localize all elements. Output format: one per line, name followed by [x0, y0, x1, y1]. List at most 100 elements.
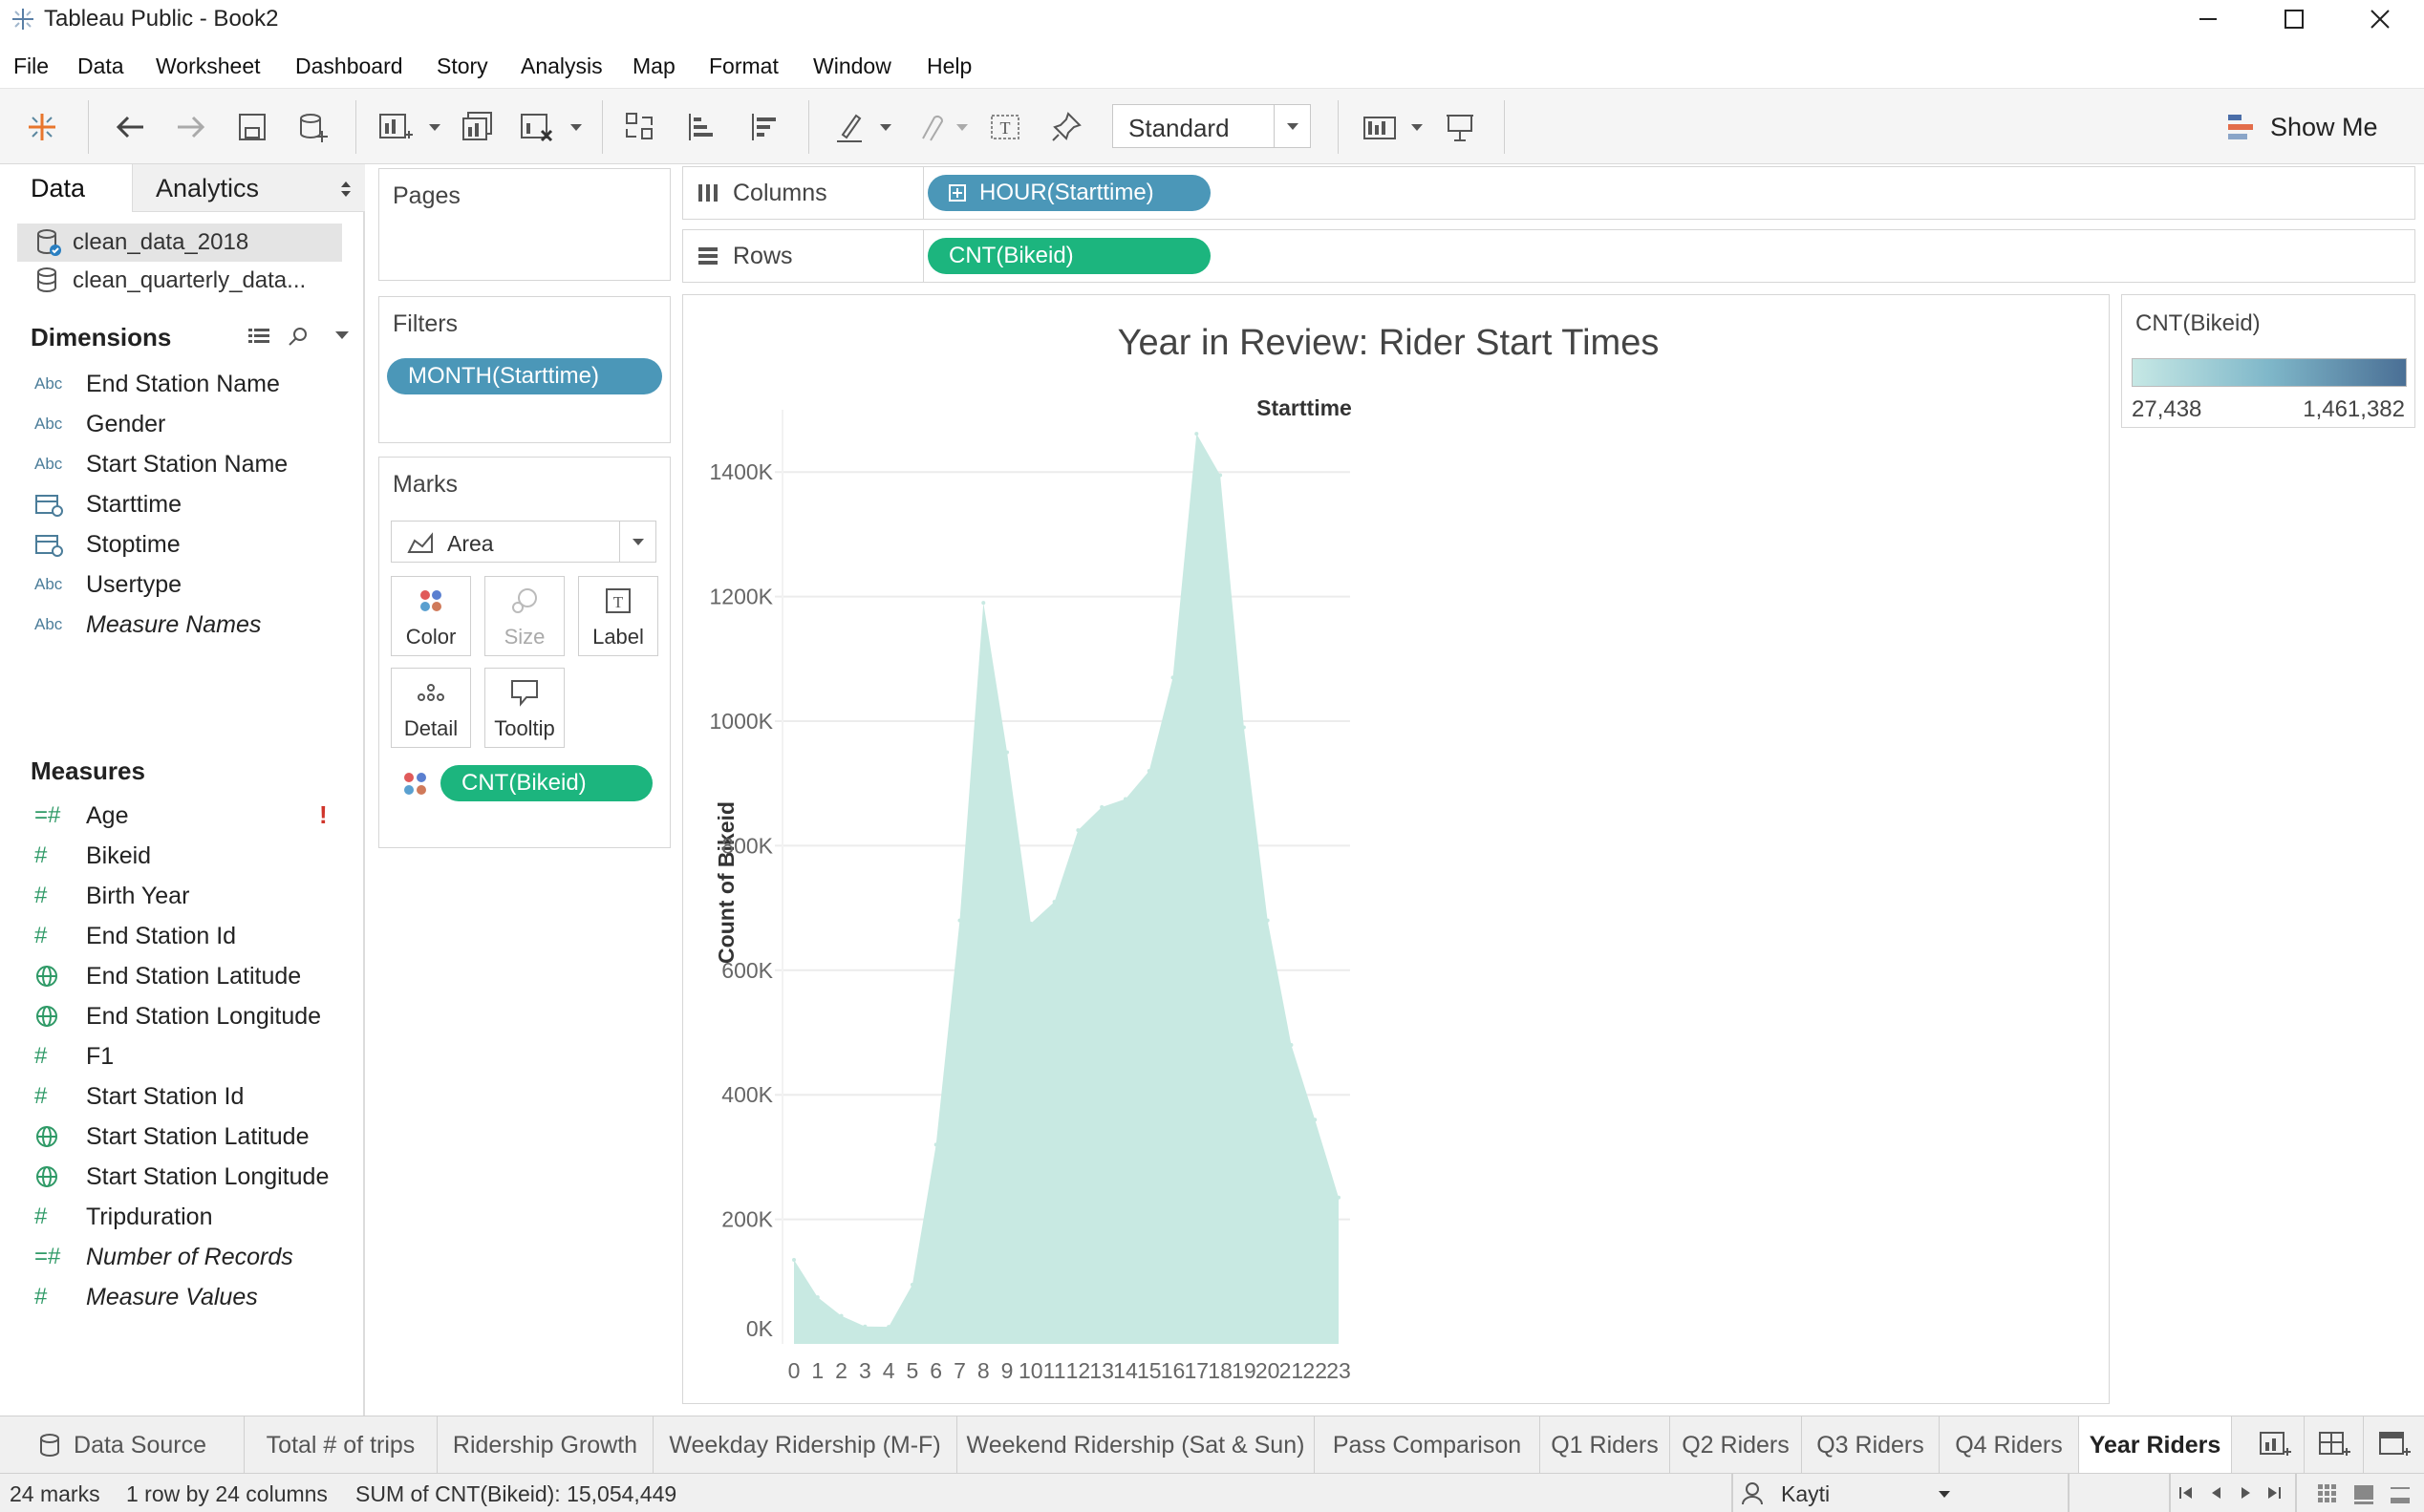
menu-map[interactable]: Map [633, 53, 676, 79]
measure-field[interactable]: =# Age [34, 799, 128, 833]
rows-shelf[interactable]: Rows CNT(Bikeid) [682, 229, 2415, 283]
menu-file[interactable]: File [13, 53, 49, 79]
sort-ascending-icon[interactable] [680, 106, 722, 148]
measure-field[interactable]: # Tripduration [34, 1200, 212, 1234]
sort-descending-icon[interactable] [743, 106, 785, 148]
measure-field[interactable]: # Start Station Id [34, 1079, 244, 1114]
previous-sheet-icon[interactable] [2207, 1483, 2226, 1502]
columns-pill[interactable]: HOUR(Starttime) [928, 175, 1211, 211]
sheet-tab[interactable]: Q4 Riders [1940, 1416, 2079, 1474]
sheet-sorter-view-icon[interactable] [2352, 1482, 2375, 1505]
data-point[interactable] [1147, 769, 1151, 774]
sheet-tab[interactable]: Q2 Riders [1670, 1416, 1802, 1474]
menu-help[interactable]: Help [927, 53, 972, 79]
measure-field[interactable]: Start Station Latitude [34, 1119, 309, 1154]
data-point[interactable] [981, 601, 986, 606]
menu-dashboard[interactable]: Dashboard [295, 53, 403, 79]
menu-worksheet[interactable]: Worksheet [156, 53, 261, 79]
data-point[interactable] [1005, 750, 1010, 755]
menu-format[interactable]: Format [709, 53, 779, 79]
sheet-tab-active[interactable]: Year Riders [2079, 1416, 2232, 1474]
pages-card[interactable]: Pages [378, 168, 671, 281]
data-point[interactable] [863, 1324, 868, 1329]
pin-icon[interactable] [1045, 106, 1087, 148]
area-chart[interactable]: Year in Review: Rider Start Times Startt… [683, 295, 2111, 1405]
color-legend[interactable]: CNT(Bikeid) 27,438 1,461,382 [2121, 294, 2415, 428]
chevron-down-icon[interactable] [871, 106, 900, 148]
redo-icon[interactable] [170, 106, 212, 148]
new-worksheet-icon[interactable] [375, 106, 417, 148]
data-point[interactable] [957, 918, 962, 923]
data-point[interactable] [1241, 725, 1246, 730]
new-worksheet-icon[interactable] [2245, 1416, 2305, 1474]
sheet-tab[interactable]: Q1 Riders [1540, 1416, 1670, 1474]
dimension-field[interactable]: Stoptime [34, 527, 181, 562]
data-point[interactable] [815, 1295, 820, 1300]
data-point[interactable] [1100, 804, 1105, 809]
data-point[interactable] [839, 1313, 844, 1318]
tooltip-button[interactable]: Tooltip [484, 668, 565, 748]
sheet-tab[interactable]: Ridership Growth [438, 1416, 654, 1474]
measure-field[interactable]: # End Station Id [34, 919, 236, 953]
data-point[interactable] [1337, 1195, 1341, 1200]
swap-rows-columns-icon[interactable] [619, 106, 661, 148]
clear-sheet-icon[interactable] [516, 106, 558, 148]
data-point[interactable] [1076, 828, 1081, 833]
rows-pill[interactable]: CNT(Bikeid) [928, 238, 1211, 274]
tab-data[interactable]: Data [0, 164, 132, 212]
highlight-icon[interactable] [829, 106, 871, 148]
dimension-field[interactable]: Abc Measure Names [34, 607, 261, 642]
user-menu[interactable]: Kayti [1741, 1480, 1961, 1508]
first-sheet-icon[interactable] [2177, 1483, 2196, 1502]
chevron-down-icon[interactable] [334, 329, 354, 348]
measure-field[interactable]: # Measure Values [34, 1280, 258, 1314]
dimension-field[interactable]: Abc Start Station Name [34, 447, 288, 481]
area-mark[interactable] [794, 434, 1339, 1344]
measure-field[interactable]: End Station Latitude [34, 959, 301, 993]
last-sheet-icon[interactable] [2264, 1483, 2284, 1502]
data-point[interactable] [1170, 675, 1175, 680]
new-dashboard-icon[interactable] [2305, 1416, 2364, 1474]
worksheet-view[interactable]: Year in Review: Rider Start Times Startt… [682, 294, 2110, 1404]
view-list-icon[interactable] [247, 325, 273, 351]
maximize-icon[interactable] [2251, 0, 2337, 38]
data-point[interactable] [1028, 921, 1033, 926]
tabs-view-icon[interactable] [2389, 1482, 2412, 1505]
tab-analytics[interactable]: Analytics [132, 164, 365, 212]
mark-type-select[interactable]: Area [391, 521, 656, 563]
data-point[interactable] [887, 1325, 891, 1330]
tab-data-source[interactable]: Data Source [0, 1416, 245, 1474]
datasource-item[interactable]: clean_data_2018 [17, 224, 342, 262]
undo-icon[interactable] [109, 106, 151, 148]
measure-field[interactable]: # F1 [34, 1039, 114, 1074]
show-mark-labels-icon[interactable]: T [984, 106, 1026, 148]
new-datasource-icon[interactable] [292, 106, 334, 148]
menu-analysis[interactable]: Analysis [521, 53, 603, 79]
minimize-icon[interactable] [2165, 0, 2251, 38]
menu-window[interactable]: Window [813, 53, 891, 79]
measure-field[interactable]: End Station Longitude [34, 999, 321, 1033]
menu-data[interactable]: Data [77, 53, 124, 79]
close-icon[interactable] [2337, 0, 2423, 38]
detail-button[interactable]: Detail [391, 668, 471, 748]
columns-shelf[interactable]: Columns HOUR(Starttime) [682, 166, 2415, 220]
chevron-down-icon[interactable] [420, 106, 449, 148]
tableau-home-icon[interactable] [21, 106, 63, 148]
data-point[interactable] [1194, 432, 1199, 437]
measure-field[interactable]: Start Station Longitude [34, 1160, 329, 1194]
dimension-field[interactable]: Abc End Station Name [34, 367, 280, 401]
measure-field[interactable]: # Birth Year [34, 879, 189, 913]
next-sheet-icon[interactable] [2236, 1483, 2255, 1502]
sheet-tab[interactable]: Weekday Ridership (M-F) [654, 1416, 957, 1474]
show-me-button[interactable]: Show Me [2226, 108, 2378, 146]
filter-pill[interactable]: MONTH(Starttime) [387, 358, 662, 394]
new-story-icon[interactable] [2364, 1416, 2424, 1474]
sheet-tab[interactable]: Total # of trips [245, 1416, 438, 1474]
presentation-mode-icon[interactable] [1439, 106, 1481, 148]
data-point[interactable] [792, 1257, 796, 1262]
dimension-field[interactable]: Abc Usertype [34, 567, 182, 602]
measure-field[interactable]: # Bikeid [34, 839, 151, 873]
duplicate-sheet-icon[interactable] [457, 106, 499, 148]
fit-mode-select[interactable]: Standard [1112, 104, 1311, 148]
search-icon[interactable] [287, 325, 313, 351]
